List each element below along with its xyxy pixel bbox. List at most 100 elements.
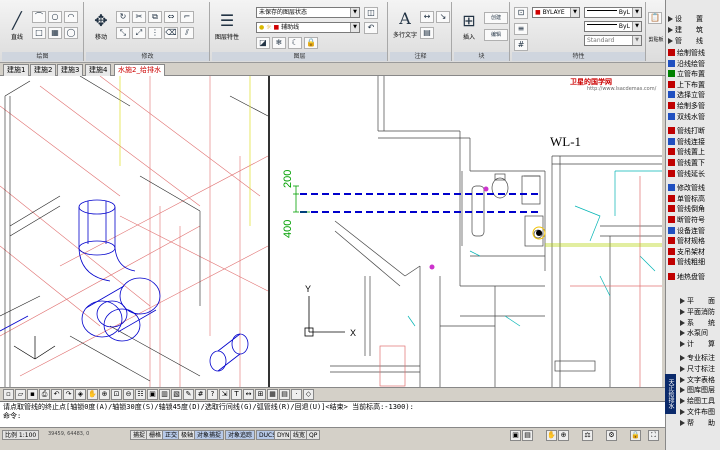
side-menu-item-6[interactable]: 双线水管: [668, 112, 705, 122]
side-menu-item-3[interactable]: 上下布置: [668, 80, 705, 90]
table-button[interactable]: ▤: [420, 27, 434, 39]
edit-block-button[interactable]: 编辑: [484, 29, 508, 41]
calculator-button[interactable]: #: [514, 39, 528, 51]
workspace-icon[interactable]: ⚙: [606, 430, 617, 441]
side-menu-item-16[interactable]: 设备连管: [668, 226, 705, 236]
zoom-window-icon[interactable]: ⊡: [111, 389, 122, 400]
zoom-icon[interactable]: ⊕: [558, 430, 569, 441]
side-menu-bottom-4[interactable]: 计 算: [680, 339, 715, 349]
layer-off-button[interactable]: ☾: [288, 37, 302, 49]
zoom-previous-icon[interactable]: ⊖: [123, 389, 134, 400]
side-menu-item-14[interactable]: 管线倒角: [668, 204, 705, 214]
layout-icon[interactable]: ▤: [522, 430, 533, 441]
tab-drawing-3[interactable]: 建施3: [57, 64, 84, 76]
side-menu-item-15[interactable]: 断管符号: [668, 215, 705, 225]
scale-readout[interactable]: 比例 1:100: [2, 430, 40, 440]
side-menu-item-11[interactable]: 管线延长: [668, 169, 705, 179]
line-tool-button[interactable]: ╱ 直线: [4, 10, 30, 48]
side-menu-bottom-9[interactable]: 绘图工具: [680, 396, 715, 406]
arc-button[interactable]: ◠: [64, 11, 78, 23]
layer-properties-button[interactable]: ☰ 图层特性: [214, 10, 240, 48]
side-menu-bottom-6[interactable]: 尺寸标注: [680, 364, 715, 374]
layer-previous-button[interactable]: ↶: [364, 22, 378, 34]
side-menu-top-1[interactable]: 建 筑: [668, 25, 703, 35]
array-button[interactable]: ⋮: [148, 27, 162, 39]
tab-drawing-1[interactable]: 建施1: [3, 64, 30, 76]
side-menu-item-20[interactable]: 地热盘管: [668, 272, 705, 282]
move-tool-button[interactable]: ✥ 移动: [88, 10, 114, 48]
region-icon[interactable]: ◇: [303, 389, 314, 400]
pan-icon[interactable]: ✋: [546, 430, 557, 441]
status-osnap[interactable]: 对象捕捉: [194, 430, 225, 440]
create-block-button[interactable]: 创建: [484, 12, 508, 24]
undo-icon[interactable]: ↶: [51, 389, 62, 400]
command-line[interactable]: 请点取管线的终止点[轴锁0度(A)/轴锁30度(S)/轴锁45度(D)/选取行间…: [0, 401, 665, 427]
side-menu-item-7[interactable]: 管线打断: [668, 126, 705, 136]
layer-combo[interactable]: ● ☼ ■ 辅助线 ▼: [256, 22, 360, 33]
block-icon[interactable]: ⊞: [255, 389, 266, 400]
ellipse-button[interactable]: ◯: [64, 27, 78, 39]
save-icon[interactable]: ▪: [27, 389, 38, 400]
markup-icon[interactable]: ✎: [183, 389, 194, 400]
list-button[interactable]: ≡: [514, 23, 528, 35]
side-menu-item-12[interactable]: 修改管线: [668, 183, 705, 193]
model-icon[interactable]: ▣: [510, 430, 521, 441]
text-icon[interactable]: T: [231, 389, 242, 400]
paste-button[interactable]: 📋: [648, 12, 662, 24]
side-menu-bottom-11[interactable]: 帮 助: [680, 418, 715, 428]
side-menu-bottom-2[interactable]: 系 统: [680, 318, 715, 328]
point-icon[interactable]: ·: [291, 389, 302, 400]
tab-drawing-water[interactable]: 水施2_给排水: [114, 64, 165, 76]
stretch-button[interactable]: ⤡: [116, 27, 130, 39]
side-menu-item-18[interactable]: 支吊架材: [668, 247, 705, 257]
insert-block-button[interactable]: ⊞ 插入: [456, 10, 482, 48]
side-menu-bottom-7[interactable]: 文字表格: [680, 375, 715, 385]
side-menu-bottom-1[interactable]: 平面消防: [680, 307, 715, 317]
mirror-button[interactable]: ⇔: [164, 11, 178, 23]
rotate-button[interactable]: ↻: [116, 11, 130, 23]
rectangle-button[interactable]: □: [32, 27, 46, 39]
lineweight-combo[interactable]: ByL ▼: [584, 21, 642, 32]
circle-button[interactable]: ○: [48, 11, 62, 23]
side-menu-item-1[interactable]: 沿线绘管: [668, 59, 705, 69]
side-menu-item-19[interactable]: 管线粗细: [668, 257, 705, 267]
match-properties-button[interactable]: ⊡: [514, 7, 528, 19]
tool-palette-icon[interactable]: ▥: [159, 389, 170, 400]
new-icon[interactable]: ▫: [3, 389, 14, 400]
open-icon[interactable]: ▱: [15, 389, 26, 400]
color-combo[interactable]: ■ BYLAYE ▼: [532, 7, 580, 18]
calc-icon[interactable]: #: [195, 389, 206, 400]
copy-button[interactable]: ⧉: [148, 11, 162, 23]
redo-icon[interactable]: ↷: [63, 389, 74, 400]
status-qp[interactable]: QP: [306, 430, 321, 440]
hatch-icon[interactable]: ▦: [267, 389, 278, 400]
layer-freeze-button[interactable]: ❄: [272, 37, 286, 49]
help-icon[interactable]: ?: [207, 389, 218, 400]
side-menu-bottom-10[interactable]: 文件布图: [680, 407, 715, 417]
layer-state-combo[interactable]: 未保存的图层状态 ▼: [256, 7, 360, 18]
fillet-button[interactable]: ⌐: [180, 11, 194, 23]
table-icon[interactable]: ▤: [279, 389, 290, 400]
design-center-icon[interactable]: ▣: [147, 389, 158, 400]
dim-icon[interactable]: ↔: [243, 389, 254, 400]
drawing-canvas[interactable]: WL-1 200 400 Y X 卫星的国学网 http://www.lsacd…: [0, 76, 662, 387]
zoom-icon[interactable]: ⊕: [99, 389, 110, 400]
status-otrack[interactable]: 对象追踪: [225, 430, 256, 440]
side-menu-item-5[interactable]: 绘制多管: [668, 101, 705, 111]
side-menu-bottom-8[interactable]: 图库图层: [680, 385, 715, 395]
annotation-style-combo[interactable]: Standard ▼: [584, 35, 642, 46]
offset-button[interactable]: ⫽: [180, 27, 194, 39]
trim-button[interactable]: ✂: [132, 11, 146, 23]
tab-drawing-2[interactable]: 建施2: [30, 64, 57, 76]
side-menu-item-10[interactable]: 管线置下: [668, 158, 705, 168]
layer-lock-button[interactable]: 🔒: [304, 37, 318, 49]
side-menu-bottom-5[interactable]: 专业标注: [680, 353, 715, 363]
side-menu-top-0[interactable]: 设 置: [668, 14, 703, 24]
leader-button[interactable]: ↘: [436, 11, 450, 23]
properties-icon[interactable]: ☷: [135, 389, 146, 400]
lock-icon[interactable]: 🔒: [630, 430, 641, 441]
side-menu-top-2[interactable]: 管 线: [668, 36, 703, 46]
side-menu-item-17[interactable]: 管材规格: [668, 236, 705, 246]
linetype-combo[interactable]: ByL ▼: [584, 7, 642, 18]
dimension-button[interactable]: ↔: [420, 11, 434, 23]
